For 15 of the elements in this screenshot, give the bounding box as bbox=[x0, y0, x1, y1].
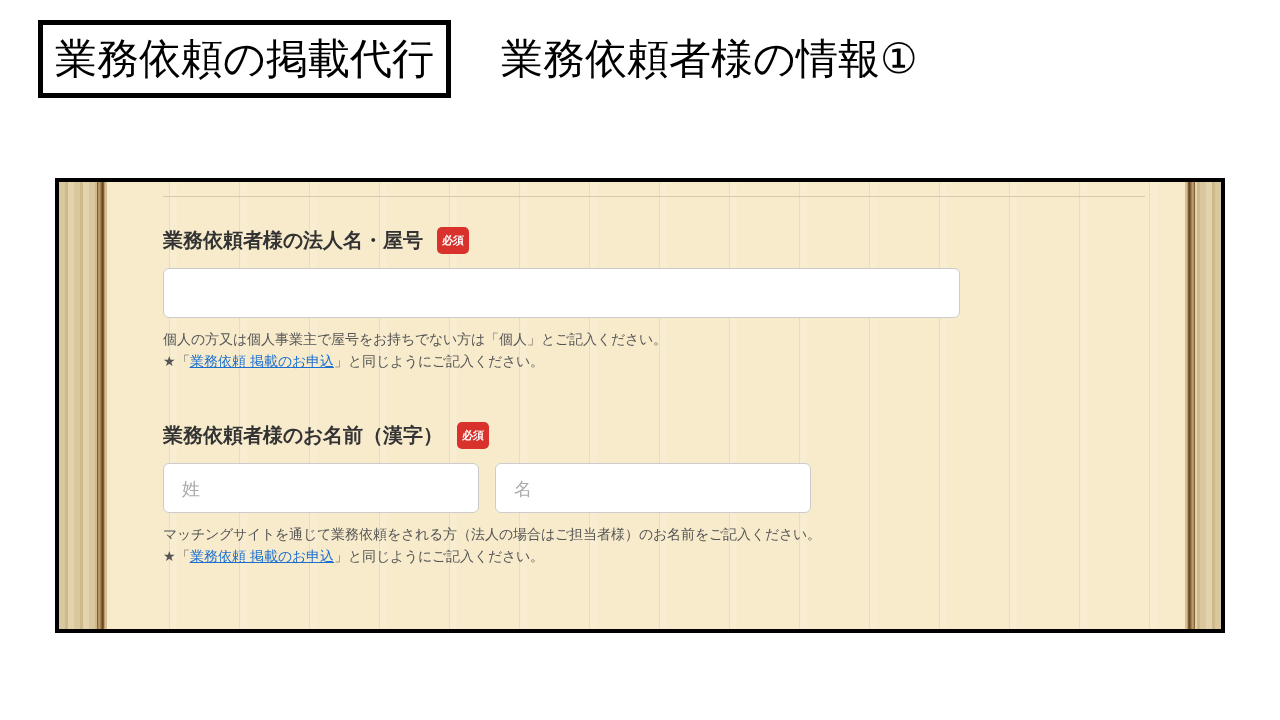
input-field[interactable] bbox=[163, 268, 960, 318]
input-field[interactable]: 名 bbox=[495, 463, 811, 513]
help-text: マッチングサイトを通じて業務依頼をされる方（法人の場合はご担当者様）のお名前をご記入ください。 bbox=[163, 525, 822, 544]
required-badge: 必須 bbox=[437, 227, 469, 254]
note-text: ★「業務依頼 掲載のお申込」と同じようにご記入ください。 bbox=[163, 352, 545, 371]
required-badge: 必須 bbox=[457, 422, 489, 449]
slide-title: 業務依頼の掲載代行 bbox=[38, 20, 451, 98]
note-text: ★「業務依頼 掲載のお申込」と同じようにご記入ください。 bbox=[163, 547, 545, 566]
application-link[interactable]: 業務依頼 掲載のお申込 bbox=[189, 548, 334, 564]
help-text: 個人の方又は個人事業主で屋号をお持ちでない方は「個人」とご記入ください。 bbox=[163, 330, 668, 349]
slide-subtitle: 業務依頼者様の情報① bbox=[501, 33, 918, 85]
application-link[interactable]: 業務依頼 掲載のお申込 bbox=[189, 353, 334, 369]
field-label: 業務依頼者様の法人名・屋号 bbox=[163, 227, 423, 254]
input-field[interactable]: 姓 bbox=[163, 463, 479, 513]
field-label: 業務依頼者様のお名前（漢字） bbox=[163, 422, 443, 449]
